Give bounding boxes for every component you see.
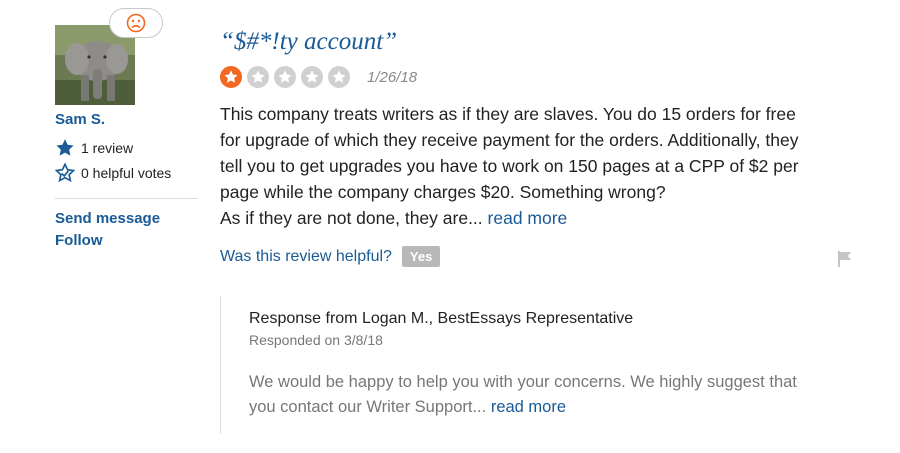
star-empty-icon [274,66,296,88]
sidebar-divider [55,198,198,199]
star-filled-icon [220,66,242,88]
company-response: Response from Logan M., BestEssays Repre… [220,296,871,434]
sad-face-icon [126,13,146,33]
review-body-line: tell you to get upgrades you have to wor… [220,156,799,176]
review-body-line: for upgrade of which they receive paymen… [220,130,799,150]
star-outline-check-icon [55,163,75,183]
reviewer-name[interactable]: Sam S. [55,111,105,128]
star-empty-icon [328,66,350,88]
review-date: 1/26/18 [367,68,418,86]
review-body: This company treats writers as if they a… [220,101,870,231]
response-body-line: We would be happy to help you with your … [249,373,797,391]
star-empty-icon [247,66,269,88]
response-date: Responded on 3/8/18 [249,332,383,348]
flag-icon[interactable] [836,250,854,273]
helpful-votes: 0 helpful votes [55,163,171,183]
follow-link[interactable]: Follow [55,232,103,249]
read-more-link[interactable]: read more [488,208,568,228]
review-title: “$#*!ty account” [220,28,398,55]
review-body-line: page while the company charges $20. Some… [220,182,666,202]
response-body-truncated: you contact our Writer Support... [249,398,487,416]
response-header: Response from Logan M., BestEssays Repre… [249,310,634,327]
review-count-label: 1 review [81,140,134,156]
review-body-line: This company treats writers as if they a… [220,104,796,124]
star-rating: 1/26/18 [220,66,417,88]
helpful-question: Was this review helpful? [220,247,392,265]
review-count: 1 review [55,138,133,158]
response-body: We would be happy to help you with your … [249,370,864,420]
star-icon [56,139,74,156]
review-body-truncated: As if they are not done, they are... [220,208,483,228]
yes-button[interactable]: Yes [401,246,441,267]
review-body-line: As if they are not done, they are... rea… [220,205,870,231]
send-message-link[interactable]: Send message [55,210,160,227]
response-body-line: you contact our Writer Support... read m… [249,395,864,420]
response-read-more-link[interactable]: read more [491,398,566,416]
star-empty-icon [301,66,323,88]
mood-badge [109,8,163,38]
helpful-prompt: Was this review helpful? Yes [220,246,441,267]
helpful-votes-label: 0 helpful votes [81,165,172,181]
